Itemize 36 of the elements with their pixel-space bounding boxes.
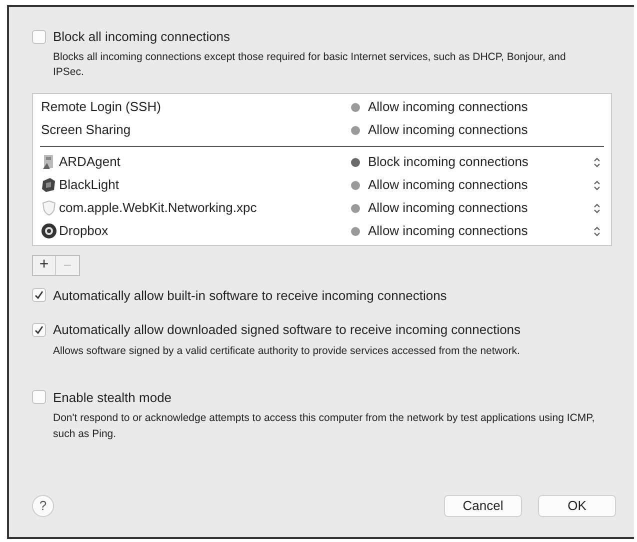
checkmark-icon <box>34 324 44 335</box>
chevron-icon[interactable] <box>593 156 601 168</box>
checkbox[interactable] <box>32 322 46 337</box>
row-name: BlackLight <box>59 176 119 194</box>
row-name: Remote Login (SSH) <box>41 98 161 116</box>
ok-button[interactable]: OK <box>538 495 616 517</box>
chevron-icon[interactable] <box>593 202 601 214</box>
status-text[interactable]: Block incoming connections <box>368 152 528 172</box>
option-label: Automatically allow built-in software to receive incoming connections <box>53 286 447 305</box>
status-text[interactable]: Allow incoming connections <box>368 221 528 241</box>
option-description: Allows software signed by a valid certificate authority to provide services accessed from the network. <box>53 344 521 358</box>
option-label: Automatically allow downloaded signed software to receive incoming connections <box>53 321 521 339</box>
checkbox[interactable] <box>32 390 46 404</box>
option-description: Don't respond to or acknowledge attempts to access this computer from the network by test applications using ICMP, such as Ping. <box>53 411 596 442</box>
option-label: Block all incoming connections <box>53 28 230 46</box>
add-button[interactable]: + <box>33 256 56 274</box>
chevron-icon[interactable] <box>593 180 601 190</box>
help-button[interactable]: ? <box>32 495 54 517</box>
option-description: Blocks all incoming connections except those required for basic Internet services, such as DHCP, Bonjour, and IPSec. <box>53 50 567 80</box>
status-text[interactable]: Allow incoming connections <box>368 198 528 218</box>
row-name: Screen Sharing <box>41 121 131 140</box>
shield-icon <box>41 200 57 216</box>
row-name: com.apple.WebKit.Networking.xpc <box>59 199 257 218</box>
checkbox[interactable] <box>32 288 46 302</box>
status-text: Allow incoming connections <box>368 98 528 116</box>
cancel-button[interactable]: Cancel <box>444 495 522 517</box>
status-text[interactable]: Allow incoming connections <box>368 175 528 195</box>
checkmark-icon <box>34 290 44 300</box>
app-icon <box>41 223 57 239</box>
row-name: ARDAgent <box>59 153 120 172</box>
option-label: Enable stealth mode <box>53 388 172 406</box>
chevron-icon[interactable] <box>593 226 601 236</box>
checkbox[interactable] <box>32 30 46 44</box>
status-text: Allow incoming connections <box>368 121 528 140</box>
row-name: Dropbox <box>59 222 108 240</box>
app-icon <box>41 177 57 193</box>
